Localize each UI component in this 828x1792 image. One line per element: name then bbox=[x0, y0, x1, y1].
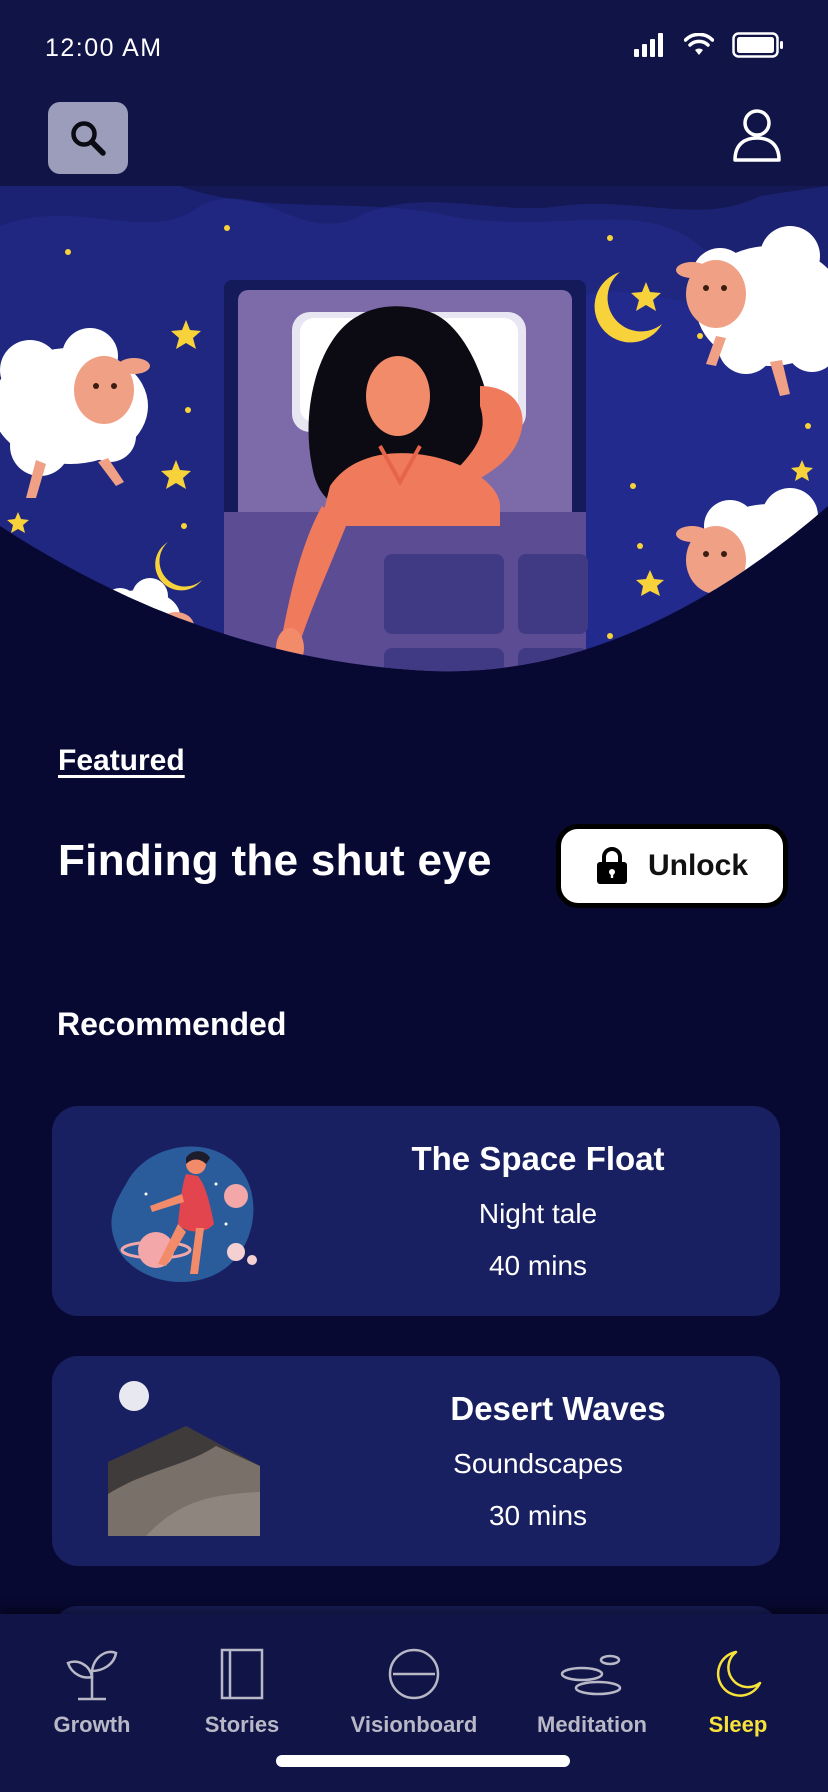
profile-button[interactable] bbox=[732, 108, 782, 162]
nav-label: Stories bbox=[204, 1712, 280, 1737]
card-title: The Space Float bbox=[411, 1140, 665, 1177]
unlock-button[interactable]: Unlock bbox=[556, 824, 788, 908]
status-bar: 12:00 AM bbox=[0, 0, 828, 96]
unlock-label: Unlock bbox=[647, 849, 749, 882]
battery-icon bbox=[732, 32, 783, 58]
user-icon bbox=[733, 109, 781, 162]
nav-label: Growth bbox=[53, 1712, 131, 1737]
wifi-icon bbox=[684, 33, 714, 55]
card-category: Soundscapes bbox=[453, 1448, 623, 1479]
recommended-label: Recommended bbox=[57, 1006, 287, 1042]
nav-meditation[interactable]: Meditation bbox=[512, 1644, 672, 1738]
featured-label[interactable]: Featured bbox=[58, 744, 185, 778]
nav-label: Meditation bbox=[537, 1712, 647, 1737]
lock-icon bbox=[596, 847, 627, 884]
card-text: The Space Float Night tale 40 mins bbox=[318, 1106, 758, 1316]
nav-stories[interactable]: Stories bbox=[162, 1644, 322, 1738]
nav-sleep[interactable]: Sleep bbox=[658, 1644, 818, 1738]
card-title: Desert Waves bbox=[450, 1390, 666, 1427]
status-time: 12:00 AM bbox=[45, 34, 163, 62]
minus-circle-icon bbox=[388, 1648, 440, 1700]
book-icon bbox=[220, 1648, 264, 1700]
home-indicator bbox=[276, 1755, 570, 1767]
card-duration: 40 mins bbox=[488, 1250, 588, 1281]
card-category: Night tale bbox=[478, 1198, 598, 1229]
recommended-card-space-float[interactable]: The Space Float Night tale 40 mins bbox=[52, 1106, 780, 1316]
nav-visionboard[interactable]: Visionboard bbox=[334, 1644, 494, 1738]
recommended-card-desert-waves[interactable]: Desert Waves Soundscapes 30 mins bbox=[52, 1356, 780, 1566]
search-button[interactable] bbox=[48, 102, 128, 174]
nav-label: Sleep bbox=[708, 1712, 768, 1737]
featured-title: Finding the shut eye bbox=[58, 836, 492, 885]
space-float-thumbnail bbox=[86, 1124, 266, 1298]
stones-icon bbox=[560, 1654, 622, 1696]
nav-growth[interactable]: Growth bbox=[12, 1644, 172, 1738]
search-icon bbox=[71, 121, 106, 156]
hero-illustration bbox=[0, 186, 828, 676]
card-duration: 30 mins bbox=[488, 1500, 588, 1531]
nav-label: Visionboard bbox=[350, 1712, 478, 1737]
status-icons bbox=[634, 32, 784, 58]
card-text: Desert Waves Soundscapes 30 mins bbox=[318, 1356, 758, 1566]
top-header bbox=[0, 96, 828, 188]
moon-icon bbox=[716, 1650, 762, 1697]
desert-waves-thumbnail bbox=[86, 1374, 266, 1548]
signal-icon bbox=[634, 33, 663, 57]
sprout-icon bbox=[66, 1650, 118, 1701]
